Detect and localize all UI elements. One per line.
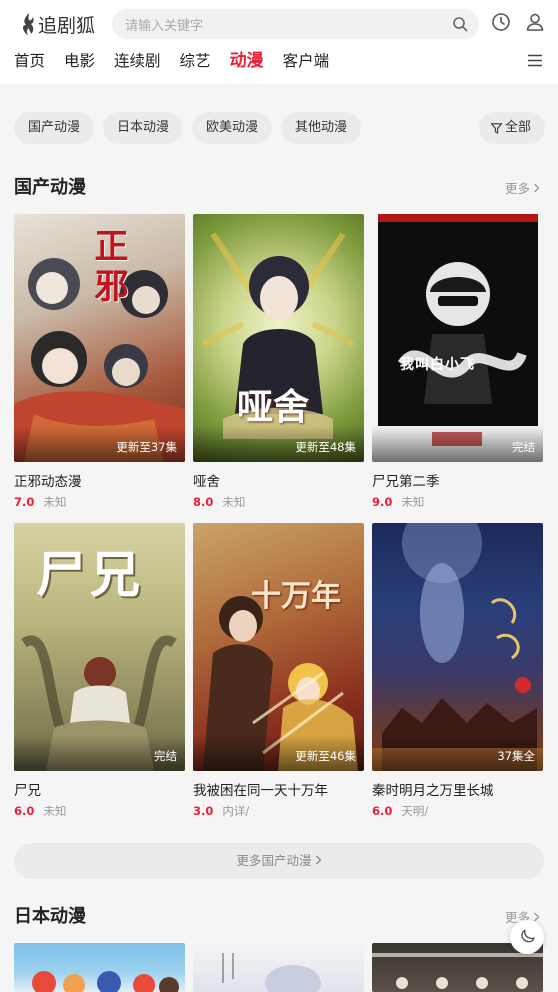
anime-card[interactable]: 尸兄 完结 尸兄 6.0 未知	[14, 523, 185, 819]
more-link[interactable]: 更多	[505, 178, 540, 197]
episode-status: 完结	[154, 749, 177, 763]
nav-item-home[interactable]: 首页	[14, 50, 45, 72]
chip-chinese-anime[interactable]: 国产动漫	[14, 112, 95, 144]
chip-japanese-anime[interactable]: 日本动漫	[103, 112, 184, 144]
rating-score: 6.0	[372, 804, 393, 818]
anime-card[interactable]: 我叫白小飞 完结 尸兄第二季 9.0 未知	[372, 214, 543, 510]
search-input[interactable]: 请输入关键字	[125, 15, 203, 34]
filter-all-button[interactable]: 全部	[478, 112, 545, 144]
episode-status: 37集全	[497, 749, 535, 763]
card-subtitle: 未知	[401, 495, 425, 509]
nav-item-movies[interactable]: 电影	[64, 50, 95, 72]
poster-title-art: 十万年	[251, 579, 341, 614]
more-chinese-anime-button[interactable]: 更多国产动漫	[14, 843, 544, 879]
episode-status: 更新至48集	[295, 440, 356, 454]
anime-card[interactable]	[14, 943, 185, 992]
rating-score: 6.0	[14, 804, 35, 818]
nav-item-anime[interactable]: 动漫	[230, 50, 264, 72]
poster-artwork	[32, 971, 179, 992]
card-title[interactable]: 尸兄	[14, 779, 185, 799]
poster-artwork	[203, 596, 358, 771]
poster-image[interactable]	[193, 943, 364, 992]
nav-item-client[interactable]: 客户端	[283, 50, 330, 72]
flame-logo-icon	[22, 13, 34, 35]
user-icon[interactable]	[524, 11, 546, 33]
rating-score: 9.0	[372, 495, 393, 509]
dark-mode-toggle[interactable]	[510, 920, 544, 954]
card-subtitle: 未知	[222, 495, 246, 509]
top-bar: 追剧狐 请输入关键字 首页 电影 连续剧 综艺 动漫 客户端	[0, 0, 558, 84]
chip-western-anime[interactable]: 欧美动漫	[192, 112, 273, 144]
main-nav: 首页 电影 连续剧 综艺 动漫 客户端	[14, 50, 348, 72]
section-title: 日本动漫	[14, 906, 86, 927]
menu-icon[interactable]	[528, 54, 542, 67]
card-meta: 6.0 天明/	[372, 803, 543, 819]
moon-icon	[521, 929, 535, 943]
poster-image[interactable]: 十万年 更新至46集	[193, 523, 364, 771]
poster-title-art: 哑舍	[237, 387, 310, 428]
episode-status: 更新至37集	[116, 440, 177, 454]
chevron-right-icon	[315, 855, 321, 865]
card-subtitle: 内详/	[222, 804, 250, 818]
episode-status: 完结	[512, 440, 535, 454]
logo-text: 追剧狐	[38, 14, 96, 37]
nav-item-variety[interactable]: 综艺	[180, 50, 211, 72]
nav-item-series[interactable]: 连续剧	[114, 50, 161, 72]
poster-title-art: 尸兄	[36, 546, 144, 604]
card-title[interactable]: 哑舍	[193, 470, 364, 490]
poster-image[interactable]: 37集全	[372, 523, 543, 771]
filter-all-label: 全部	[504, 120, 531, 135]
poster-image[interactable]: 我叫白小飞 完结	[372, 214, 543, 462]
poster-artwork	[222, 953, 321, 992]
anime-card[interactable]: 37集全 秦时明月之万里长城 6.0 天明/	[372, 523, 543, 819]
search-icon[interactable]	[452, 16, 468, 32]
chevron-right-icon	[534, 183, 540, 192]
section-title: 国产动漫	[14, 177, 86, 198]
episode-status: 更新至46集	[295, 749, 356, 763]
rating-score: 3.0	[193, 804, 214, 818]
anime-card[interactable]: 十万年 更新至46集 我被困在同一天十万年 3.0 内详/	[193, 523, 364, 819]
logo[interactable]: 追剧狐	[20, 10, 95, 38]
card-title[interactable]: 尸兄第二季	[372, 470, 543, 490]
card-meta: 3.0 内详/	[193, 803, 364, 819]
poster-title-art: 正邪	[88, 228, 128, 308]
poster-artwork	[372, 523, 543, 771]
chip-other-anime[interactable]: 其他动漫	[281, 112, 362, 144]
filter-icon	[490, 122, 502, 134]
card-meta: 9.0 未知	[372, 494, 543, 510]
card-title[interactable]: 正邪动态漫	[14, 470, 185, 490]
rating-score: 7.0	[14, 495, 35, 509]
card-title[interactable]: 我被困在同一天十万年	[193, 779, 364, 799]
more-button-label: 更多国产动漫	[236, 853, 312, 868]
card-title[interactable]: 秦时明月之万里长城	[372, 779, 543, 799]
poster-image[interactable]: 尸兄 完结	[14, 523, 185, 771]
card-meta: 7.0 未知	[14, 494, 185, 510]
poster-title-art: 我叫白小飞	[400, 357, 475, 373]
search-box[interactable]: 请输入关键字	[112, 9, 479, 39]
card-subtitle: 未知	[43, 495, 67, 509]
category-filter: 国产动漫 日本动漫 欧美动漫 其他动漫	[14, 112, 370, 144]
poster-image[interactable]: 正邪 更新至37集	[14, 214, 185, 462]
card-meta: 8.0 未知	[193, 494, 364, 510]
poster-image[interactable]	[14, 943, 185, 992]
card-subtitle: 天明/	[401, 804, 429, 818]
rating-score: 8.0	[193, 495, 214, 509]
anime-card[interactable]	[193, 943, 364, 992]
poster-image[interactable]: 哑舍 更新至48集	[193, 214, 364, 462]
anime-card[interactable]: 哑舍 更新至48集 哑舍 8.0 未知	[193, 214, 364, 510]
chevron-right-icon	[534, 912, 540, 921]
anime-card[interactable]: 正邪 更新至37集 正邪动态漫 7.0 未知	[14, 214, 185, 510]
card-subtitle: 未知	[43, 804, 67, 818]
history-clock-icon[interactable]	[490, 11, 512, 33]
more-link-label: 更多	[504, 181, 530, 196]
card-meta: 6.0 未知	[14, 803, 185, 819]
poster-artwork	[378, 214, 538, 446]
